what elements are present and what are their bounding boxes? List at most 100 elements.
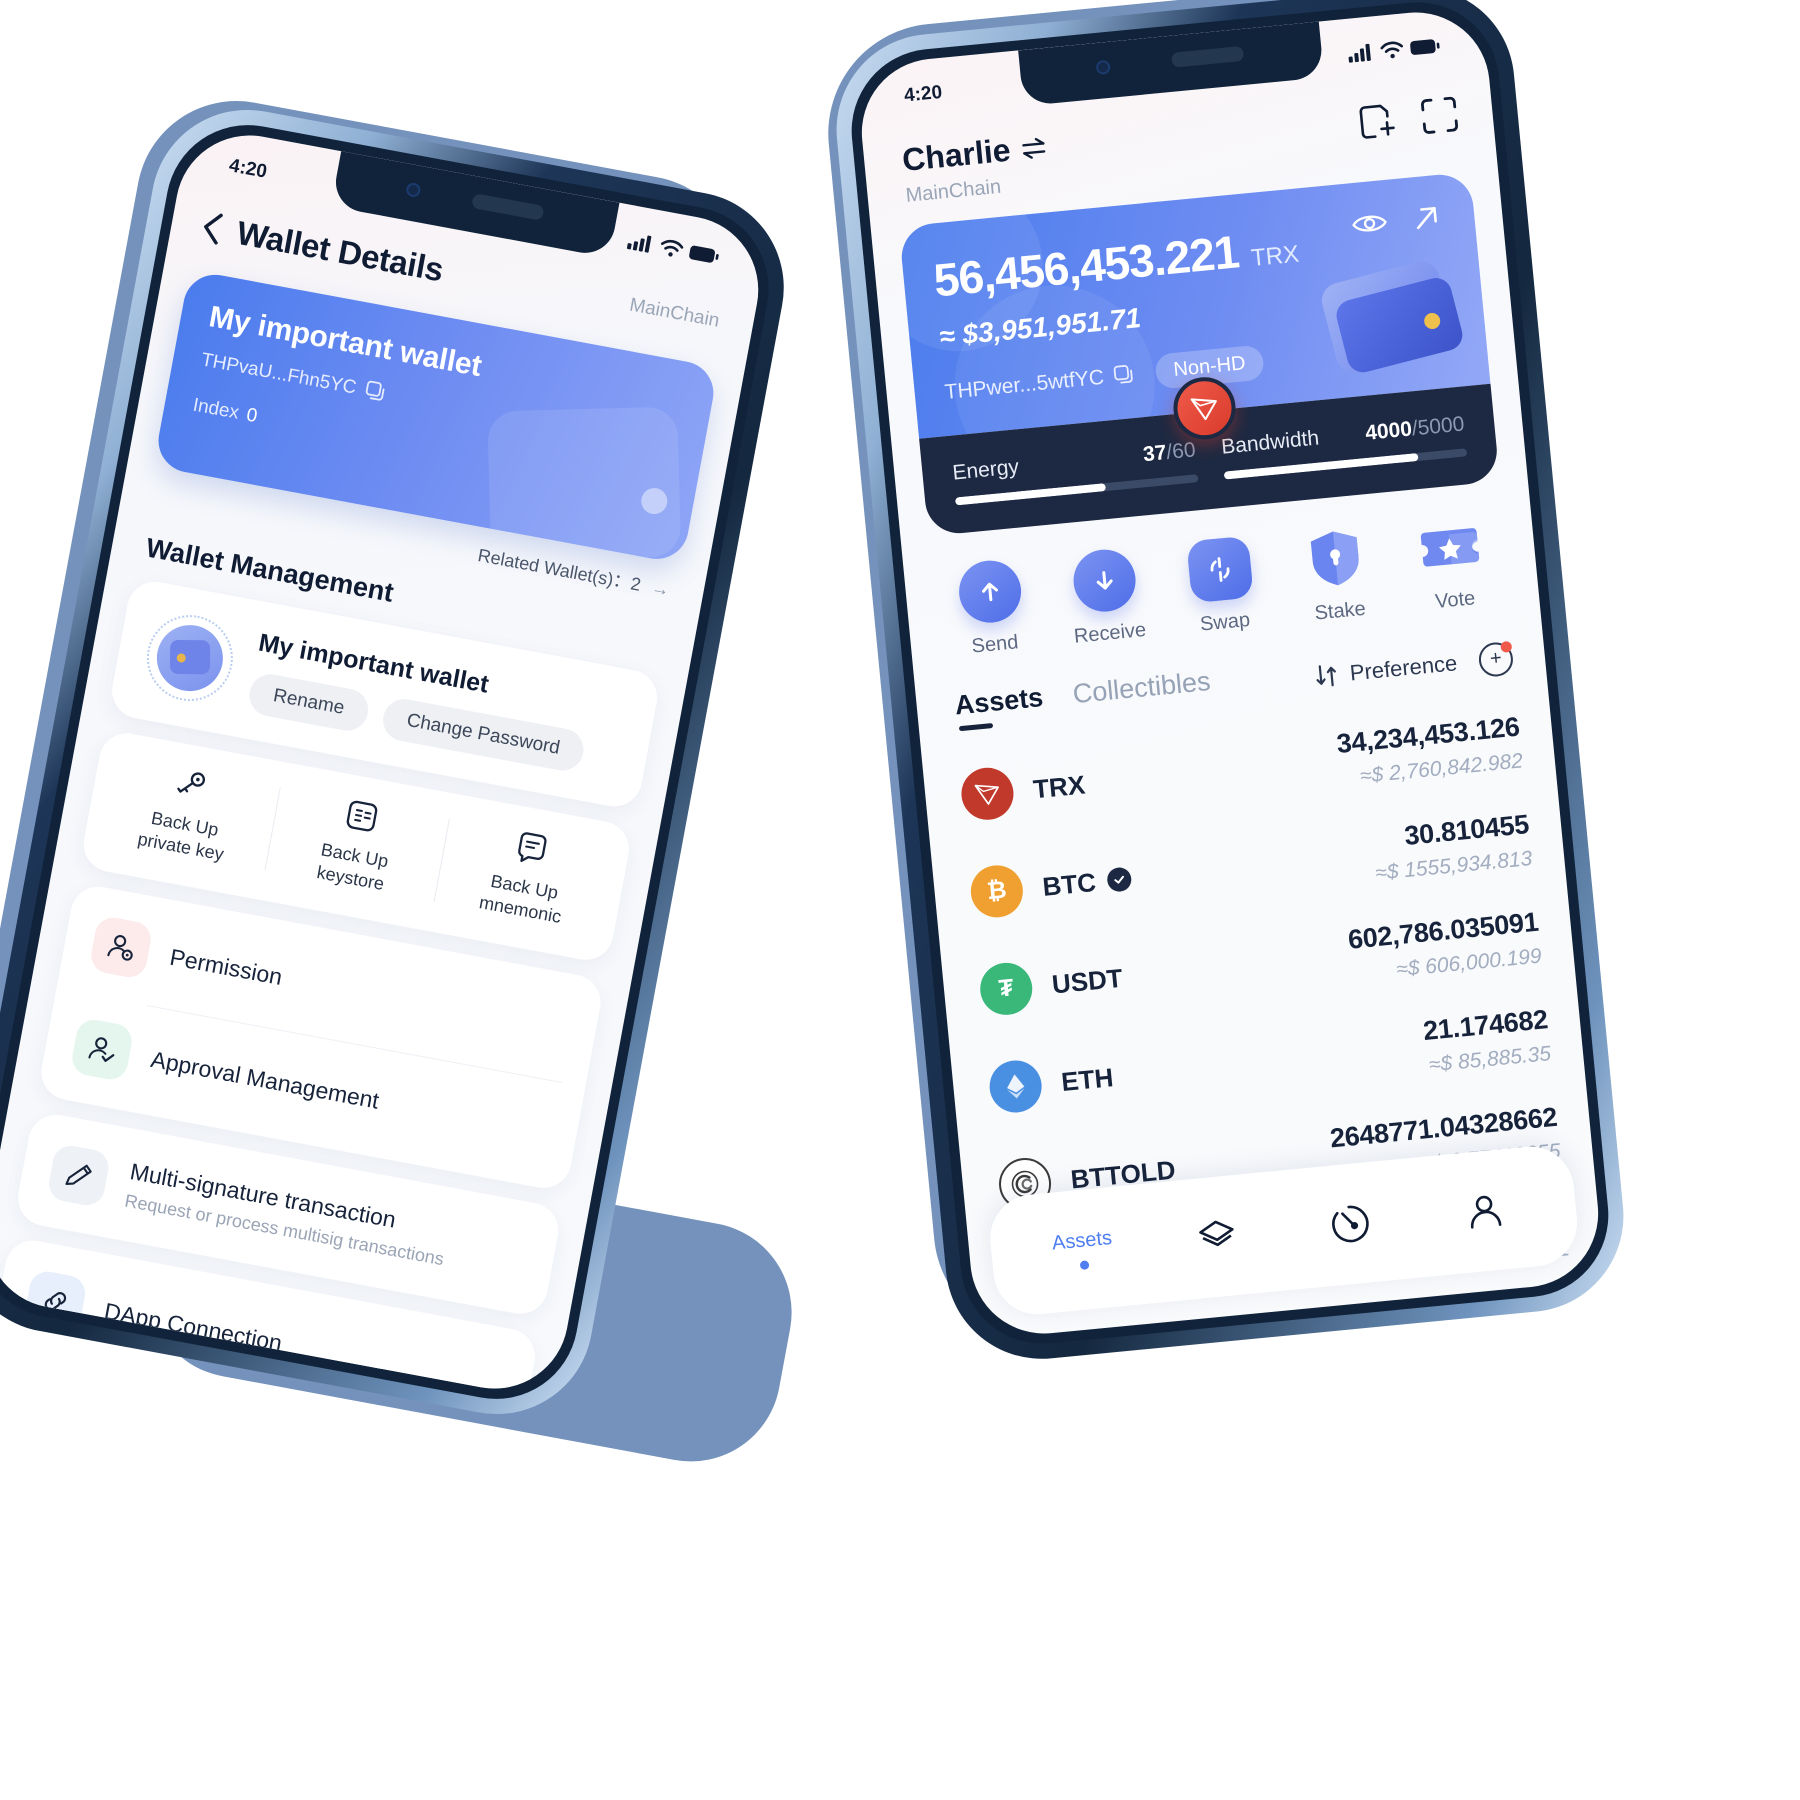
energy-name: Energy: [951, 455, 1020, 485]
asset-values: 602,786.035091 ≈$ 606,000.199: [1347, 907, 1543, 987]
dapp-text: DApp Connection: [102, 1297, 284, 1356]
battery-icon: [689, 245, 719, 263]
chevron-left-icon[interactable]: [199, 209, 227, 246]
tab-active-dot: [1079, 1260, 1090, 1271]
ticket-star-icon: [1416, 513, 1484, 581]
approval-title: Approval Management: [148, 1045, 382, 1114]
tether-logo-icon: ₮: [977, 960, 1035, 1018]
wallet-index-value: 0: [244, 404, 259, 428]
add-wallet-icon[interactable]: [1357, 101, 1398, 142]
backup-mnemonic-button[interactable]: Back Up mnemonic: [433, 815, 620, 937]
notification-dot: [1500, 640, 1513, 653]
profile-icon: [1470, 1195, 1502, 1229]
tab-assets-nav[interactable]: Assets: [1014, 1223, 1152, 1276]
account-name: Charlie: [900, 131, 1013, 178]
shield-lock-icon: [1301, 525, 1369, 593]
wallet-avatar-icon: [151, 619, 229, 697]
scan-icon[interactable]: [1419, 95, 1460, 136]
tab-profile-nav[interactable]: [1416, 1184, 1554, 1239]
approval-text: Approval Management: [149, 1046, 381, 1115]
chain-label-left[interactable]: MainChain: [628, 295, 721, 333]
asset-symbol: BTC: [1041, 863, 1133, 902]
asset-identity: ETH: [987, 1051, 1115, 1115]
asset-usd: ≈$ 85,885.35: [1427, 1042, 1553, 1077]
status-time: 4:20: [227, 155, 269, 183]
rename-button[interactable]: Rename: [246, 670, 372, 734]
phone-device-right: 4:20 Charlie MainChain 56,456,453.221 TR…: [827, 0, 1633, 1368]
keystore-icon: [346, 800, 378, 832]
eye-icon[interactable]: [1351, 210, 1387, 237]
share-arrow-icon[interactable]: [1411, 203, 1442, 234]
status-time-right: 4:20: [903, 81, 944, 107]
mnemonic-icon: [517, 832, 547, 862]
account-name-row[interactable]: Charlie: [901, 128, 1050, 179]
ethereum-logo-icon: [987, 1058, 1045, 1115]
approval-user-icon: [69, 1017, 135, 1083]
account-block[interactable]: Charlie MainChain: [901, 128, 1053, 208]
cellular-signal-icon-right: [1348, 43, 1371, 63]
permission-text: Permission: [168, 943, 285, 990]
tab-assets-label: Assets: [1051, 1226, 1113, 1255]
pen-icon: [46, 1142, 112, 1209]
preference-label: Preference: [1348, 649, 1459, 685]
send-label: Send: [970, 631, 1020, 658]
resource-bandwidth[interactable]: Bandwidth 4000/5000: [1220, 412, 1468, 480]
wifi-icon-right: [1380, 41, 1403, 58]
bitcoin-logo-icon: ₿: [968, 862, 1026, 920]
backup-keystore-label: Back Up keystore: [315, 839, 390, 895]
backup-keystore-button[interactable]: Back Up keystore: [263, 784, 450, 906]
stake-button[interactable]: Stake: [1275, 522, 1399, 629]
bandwidth-value: 4000/5000: [1364, 412, 1466, 445]
asset-identity: TRX: [959, 759, 1087, 823]
status-icons-right: [1347, 37, 1440, 63]
swap-label: Swap: [1199, 608, 1252, 636]
bandwidth-name: Bandwidth: [1220, 426, 1321, 459]
resource-energy[interactable]: Energy 37/60: [951, 438, 1199, 506]
asset-values: 30.810455 ≈$ 1555,934.813: [1371, 809, 1534, 886]
backup-private-key-label: Back Up private key: [136, 807, 226, 865]
tab-assets[interactable]: Assets: [953, 682, 1045, 731]
asset-symbol: USDT: [1050, 962, 1124, 999]
verified-badge-icon: [1106, 866, 1133, 893]
energy-value: 37/60: [1142, 438, 1197, 467]
dapp-title: DApp Connection: [102, 1297, 285, 1356]
avatar[interactable]: [139, 607, 241, 709]
cellular-signal-icon: [627, 235, 652, 253]
asset-symbol: ETH: [1059, 1061, 1115, 1097]
wallet-index-label: Index: [191, 394, 241, 424]
vote-button[interactable]: Vote: [1390, 511, 1514, 618]
wallet-profile-info: My important wallet Rename Change Passwo…: [246, 628, 629, 780]
wallet-home-content: Charlie MainChain 56,456,453.221 TRX ≈ $…: [855, 6, 1605, 1340]
link-icon: [22, 1268, 89, 1335]
backup-private-key-button[interactable]: Back Up private key: [94, 752, 281, 874]
receive-button[interactable]: Receive: [1044, 544, 1168, 651]
swap-button[interactable]: Swap: [1160, 533, 1284, 640]
wallet-3d-icon: [1303, 257, 1466, 391]
wifi-icon: [661, 239, 684, 257]
arrow-down-icon: [1071, 546, 1139, 615]
key-icon: [177, 772, 206, 793]
asset-identity: ₿ BTC: [968, 852, 1134, 920]
phone-bezel-right: 4:20 Charlie MainChain 56,456,453.221 TR…: [844, 0, 1616, 1352]
screen-wallet-home: 4:20 Charlie MainChain 56,456,453.221 TR…: [855, 5, 1605, 1341]
status-icons-left: [627, 232, 721, 265]
backup-mnemonic-label: Back Up mnemonic: [477, 870, 563, 927]
switch-account-icon[interactable]: [1021, 136, 1049, 160]
tab-layers-nav[interactable]: [1148, 1210, 1286, 1265]
discover-icon: [1332, 1205, 1369, 1243]
stake-label: Stake: [1313, 597, 1367, 625]
asset-identity: ₮ USDT: [977, 952, 1125, 1018]
asset-usd: ≈$ 1555,934.813: [1374, 846, 1534, 885]
copy-icon[interactable]: [364, 380, 390, 406]
tab-discover-nav[interactable]: [1282, 1197, 1420, 1252]
related-wallets-arrow-icon: →: [649, 577, 672, 601]
add-token-icon[interactable]: +: [1477, 640, 1515, 678]
header-actions: [1357, 95, 1460, 142]
asset-amount: 21.174682: [1421, 1004, 1550, 1047]
permission-title: Permission: [167, 943, 285, 990]
sort-icon[interactable]: [1313, 661, 1341, 689]
asset-symbol: TRX: [1031, 768, 1087, 804]
send-button[interactable]: Send: [929, 555, 1053, 662]
vote-label: Vote: [1434, 587, 1477, 613]
asset-amount: 30.810455: [1403, 809, 1531, 851]
